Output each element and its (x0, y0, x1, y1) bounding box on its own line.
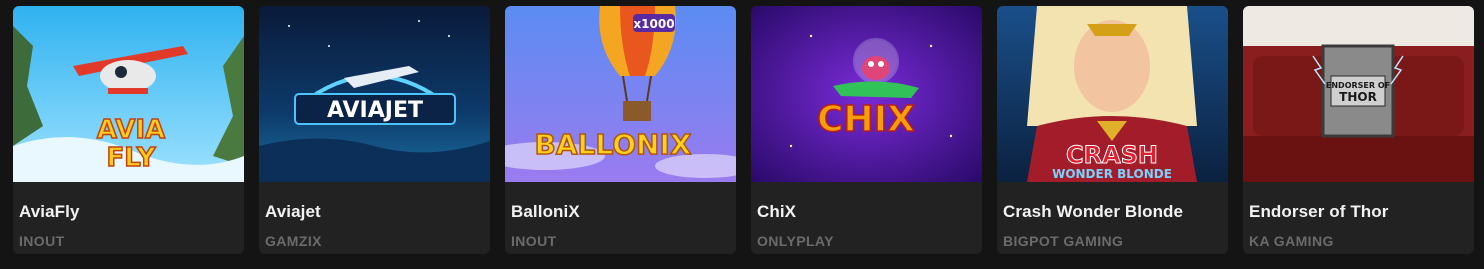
game-title[interactable]: ChiX (757, 202, 976, 222)
chix-artwork: CHIX (751, 6, 982, 182)
game-thumbnail-endorser-of-thor[interactable]: ENDORSER OF THOR (1243, 6, 1474, 182)
game-title[interactable]: Crash Wonder Blonde (1003, 202, 1222, 222)
game-provider[interactable]: GAMZIX (265, 233, 484, 249)
game-info: Crash Wonder Blonde BIGPOT GAMING (997, 182, 1228, 249)
game-thumbnail-aviajet[interactable]: AVIAJET (259, 6, 490, 182)
thor-logo-line-2: THOR (1339, 90, 1377, 104)
game-card-chix[interactable]: CHIX ChiX ONLYPLAY (751, 6, 982, 254)
game-provider[interactable]: INOUT (19, 233, 238, 249)
thor-logo-line-1: ENDORSER OF (1326, 81, 1390, 90)
game-thumbnail-ballonix[interactable]: x1000 BALLONIX (505, 6, 736, 182)
aviafly-artwork: AVIA FLY (13, 6, 244, 182)
aviafly-logo-line-1: AVIA (97, 115, 165, 145)
game-card-crash-wonder-blonde[interactable]: CRASH WONDER BLONDE Crash Wonder Blonde … (997, 6, 1228, 254)
ballonix-logo: BALLONIX (535, 128, 692, 161)
chix-logo: CHIX (817, 99, 915, 140)
game-thumbnail-aviafly[interactable]: AVIA FLY (13, 6, 244, 182)
game-thumbnail-crash-wonder-blonde[interactable]: CRASH WONDER BLONDE (997, 6, 1228, 182)
game-card-ballonix[interactable]: x1000 BALLONIX BalloniX INOUT (505, 6, 736, 254)
aviafly-logo-line-2: FLY (106, 143, 156, 173)
endorser-of-thor-artwork: ENDORSER OF THOR (1243, 6, 1474, 182)
game-title[interactable]: Aviajet (265, 202, 484, 222)
game-provider[interactable]: INOUT (511, 233, 730, 249)
game-card-aviafly[interactable]: AVIA FLY AviaFly INOUT (13, 6, 244, 254)
crash-logo-line-1: CRASH (1066, 141, 1158, 169)
game-info: BalloniX INOUT (505, 182, 736, 249)
ballonix-multiplier-badge: x1000 (633, 17, 674, 31)
game-title[interactable]: BalloniX (511, 202, 730, 222)
game-title[interactable]: Endorser of Thor (1249, 202, 1468, 222)
game-card-endorser-of-thor[interactable]: ENDORSER OF THOR Endorser of Thor KA GAM… (1243, 6, 1474, 254)
game-info: AviaFly INOUT (13, 182, 244, 249)
aviajet-logo: AVIAJET (327, 98, 423, 123)
aviajet-artwork: AVIAJET (259, 6, 490, 182)
game-grid: AVIA FLY AviaFly INOUT AVIAJET Aviajet G… (13, 6, 1474, 254)
crash-wonder-blonde-artwork: CRASH WONDER BLONDE (997, 6, 1228, 182)
game-info: Aviajet GAMZIX (259, 182, 490, 249)
game-card-aviajet[interactable]: AVIAJET Aviajet GAMZIX (259, 6, 490, 254)
game-info: ChiX ONLYPLAY (751, 182, 982, 249)
game-provider[interactable]: BIGPOT GAMING (1003, 233, 1222, 249)
game-info: Endorser of Thor KA GAMING (1243, 182, 1474, 249)
game-title[interactable]: AviaFly (19, 202, 238, 222)
game-provider[interactable]: KA GAMING (1249, 233, 1468, 249)
ballonix-artwork: x1000 BALLONIX (505, 6, 736, 182)
game-thumbnail-chix[interactable]: CHIX (751, 6, 982, 182)
game-provider[interactable]: ONLYPLAY (757, 233, 976, 249)
crash-logo-line-2: WONDER BLONDE (1052, 167, 1172, 181)
